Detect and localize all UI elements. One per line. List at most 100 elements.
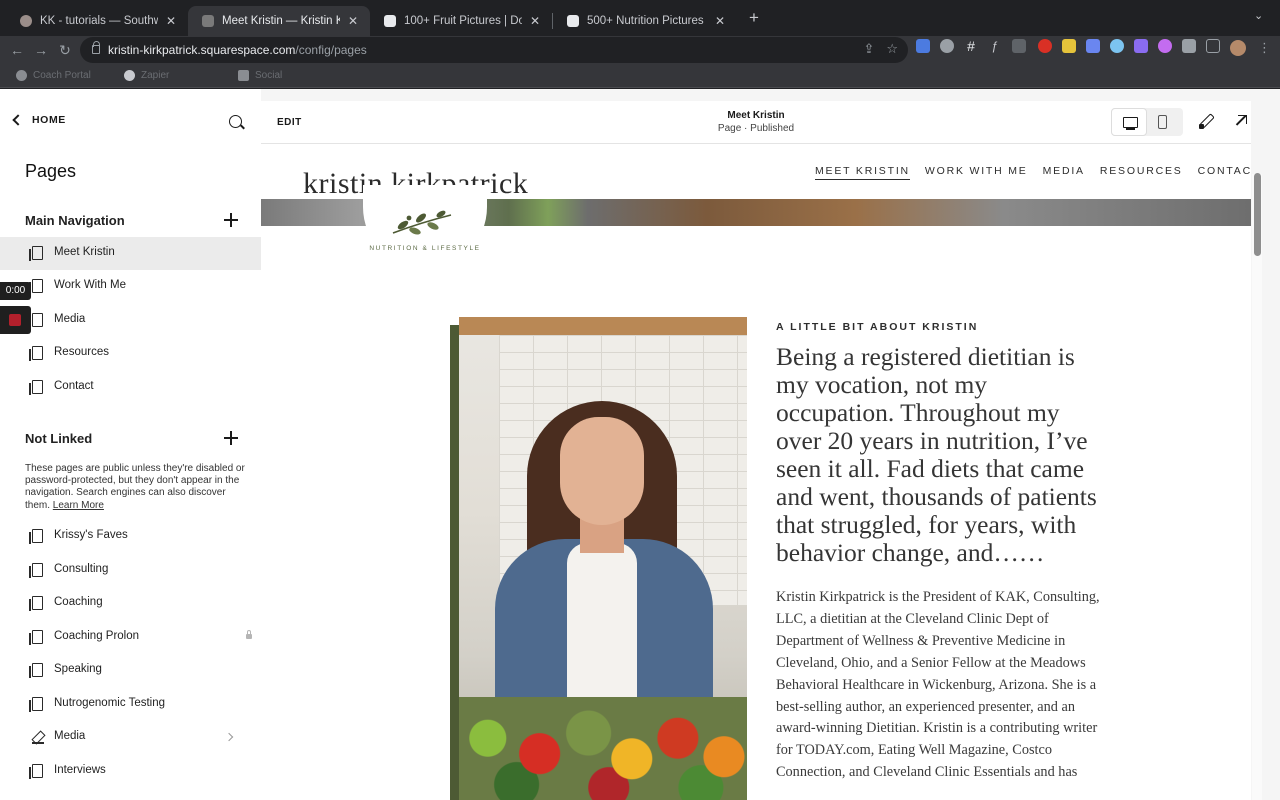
- extension-icon[interactable]: [916, 39, 930, 53]
- profile-avatar[interactable]: [1230, 40, 1246, 56]
- sidebar-item-label: Speaking: [54, 663, 102, 675]
- sidebar-item-label: Contact: [54, 380, 94, 392]
- bookmark-star-icon[interactable]: ☆: [886, 41, 898, 57]
- bookmark-item[interactable]: Zapier: [124, 70, 169, 81]
- browser-tab-kk-tutorials[interactable]: KK - tutorials — Southworth D ✕: [6, 6, 188, 36]
- site-nav-resources[interactable]: RESOURCES: [1100, 165, 1183, 180]
- expand-arrow-icon[interactable]: [1235, 115, 1247, 127]
- portrait-photo: [459, 317, 747, 800]
- add-page-not-linked-plus-icon[interactable]: [224, 431, 238, 445]
- editor-page-status: Page · Published: [717, 123, 795, 134]
- forward-arrow-icon[interactable]: →: [31, 40, 51, 60]
- sidebar-item-consulting[interactable]: Consulting: [0, 554, 261, 587]
- tab-title: Meet Kristin — Kristin Kirkpatri: [222, 15, 340, 27]
- sidebar-item-meet-kristin[interactable]: Meet Kristin: [0, 237, 261, 270]
- close-tab-icon[interactable]: ✕: [713, 14, 727, 28]
- globe-icon: [124, 70, 135, 81]
- bookmark-icon: [238, 70, 249, 81]
- sidebar-item-interviews[interactable]: Interviews: [0, 755, 261, 788]
- puzzle-icon[interactable]: [1182, 39, 1196, 53]
- close-tab-icon[interactable]: ✕: [164, 14, 178, 28]
- sidebar-item-media[interactable]: Media: [0, 304, 261, 337]
- logo-tagline: NUTRITION & LIFESTYLE: [369, 245, 481, 252]
- sidebar-item-krissys-faves[interactable]: Krissy's Faves: [0, 520, 261, 553]
- browser-tab-meet-kristin[interactable]: Meet Kristin — Kristin Kirkpatri ✕: [188, 6, 370, 36]
- new-tab-icon[interactable]: +: [744, 8, 764, 30]
- drop-extension-icon[interactable]: [1110, 39, 1124, 53]
- chevron-right-icon[interactable]: [224, 732, 234, 742]
- browser-tab-fruit-pictures[interactable]: 100+ Fruit Pictures | Downloac ✕: [370, 6, 552, 36]
- close-tab-icon[interactable]: ✕: [528, 14, 542, 28]
- browser-tab-strip: KK - tutorials — Southworth D ✕ Meet Kri…: [0, 0, 1280, 36]
- pages-sidebar: HOME Pages Main Navigation Meet Kristin …: [0, 89, 261, 800]
- tab-favicon-icon: [202, 15, 214, 27]
- page-icon: [29, 380, 43, 395]
- preview-scrollbar-thumb[interactable]: [1254, 173, 1261, 256]
- sidepanel-icon[interactable]: [1206, 39, 1220, 53]
- tab-search-chevron-icon[interactable]: ⌄: [1254, 9, 1263, 22]
- design-brush-icon[interactable]: [1198, 114, 1214, 130]
- bookmark-item[interactable]: Coach Portal: [16, 70, 91, 81]
- address-bar-actions: ⇪ ☆: [863, 41, 898, 57]
- address-bar[interactable]: kristin-kirkpatrick.squarespace.com/conf…: [80, 37, 908, 63]
- hashtag-extension-icon[interactable]: #: [964, 39, 978, 53]
- blue-extension-icon[interactable]: [1086, 39, 1100, 53]
- sidebar-item-label: Coaching Prolon: [54, 630, 140, 642]
- sidebar-item-resources[interactable]: Resources: [0, 337, 261, 370]
- sidebar-item-work-with-me[interactable]: Work With Me: [0, 270, 261, 303]
- squarespace-app: HOME Pages Main Navigation Meet Kristin …: [0, 89, 1280, 800]
- url-host: kristin-kirkpatrick.squarespace.com: [108, 43, 296, 57]
- sidebar-item-speaking[interactable]: Speaking: [0, 654, 261, 687]
- home-back-button[interactable]: HOME: [12, 114, 66, 126]
- sidebar-item-contact[interactable]: Contact: [0, 371, 261, 404]
- add-page-main-nav-plus-icon[interactable]: [224, 213, 238, 227]
- site-nav-work-with-me[interactable]: WORK WITH ME: [925, 165, 1028, 180]
- desktop-view-icon[interactable]: [1111, 108, 1147, 136]
- page-icon: [29, 630, 43, 645]
- browser-menu-icon[interactable]: ⋮: [1258, 40, 1271, 56]
- home-label: HOME: [32, 114, 66, 126]
- yellow-extension-icon[interactable]: [1062, 39, 1076, 53]
- preview-scrollbar-track[interactable]: [1252, 174, 1262, 800]
- site-preview: kristin kirkpatrick NUTRITION & LIFESTYL…: [261, 145, 1251, 800]
- editor-page-title: Meet Kristin: [727, 110, 785, 121]
- screen-extension-icon[interactable]: [1134, 39, 1148, 53]
- sidebar-item-media-blog[interactable]: Media: [0, 721, 261, 754]
- sidebar-item-nutrogenomic-testing[interactable]: Nutrogenomic Testing: [0, 688, 261, 721]
- sidebar-title: Pages: [25, 161, 77, 181]
- bookmark-icon: [16, 70, 27, 81]
- sidebar-item-coaching[interactable]: Coaching: [0, 587, 261, 620]
- back-arrow-icon[interactable]: ←: [7, 40, 27, 60]
- site-logo-badge[interactable]: NUTRITION & LIFESTYLE: [363, 185, 487, 269]
- sidebar-item-label: Resources: [54, 346, 109, 358]
- purple-extension-icon[interactable]: [1158, 39, 1172, 53]
- video-extension-icon[interactable]: [1012, 39, 1026, 53]
- stop-recording-button[interactable]: [0, 306, 31, 334]
- browser-tab-nutrition-pictures[interactable]: 500+ Nutrition Pictures [HD] | ✕: [553, 6, 737, 36]
- share-icon[interactable]: ⇪: [863, 41, 874, 57]
- about-heading: Being a registered dietitian is my vocat…: [776, 342, 1097, 567]
- device-toggle: [1111, 108, 1183, 136]
- notification-extension-icon[interactable]: [1038, 39, 1052, 53]
- font-extension-icon[interactable]: ƒ: [988, 39, 1002, 53]
- sidebar-item-coaching-prolon[interactable]: Coaching Prolon: [0, 621, 261, 654]
- not-linked-heading: Not Linked: [25, 431, 93, 446]
- camera-extension-icon[interactable]: [940, 39, 954, 53]
- bookmark-item[interactable]: Social: [238, 70, 282, 81]
- lock-icon: [246, 630, 252, 639]
- search-icon[interactable]: [229, 115, 242, 128]
- tab-favicon-icon: [384, 15, 396, 27]
- learn-more-link[interactable]: Learn More: [53, 500, 104, 511]
- reload-icon[interactable]: ↻: [55, 40, 75, 60]
- blog-pencil-icon: [31, 730, 45, 744]
- site-nav-media[interactable]: MEDIA: [1043, 165, 1085, 180]
- page-icon: [29, 313, 43, 328]
- site-nav-contact[interactable]: CONTACT: [1198, 165, 1251, 180]
- address-url[interactable]: kristin-kirkpatrick.squarespace.com/conf…: [108, 43, 367, 57]
- site-nav-meet-kristin[interactable]: MEET KRISTIN: [815, 165, 910, 180]
- page-icon: [29, 246, 43, 261]
- sidebar-item-label: Interviews: [54, 764, 106, 776]
- mobile-view-icon[interactable]: [1158, 115, 1167, 129]
- page-icon: [29, 563, 43, 578]
- close-tab-icon[interactable]: ✕: [346, 14, 360, 28]
